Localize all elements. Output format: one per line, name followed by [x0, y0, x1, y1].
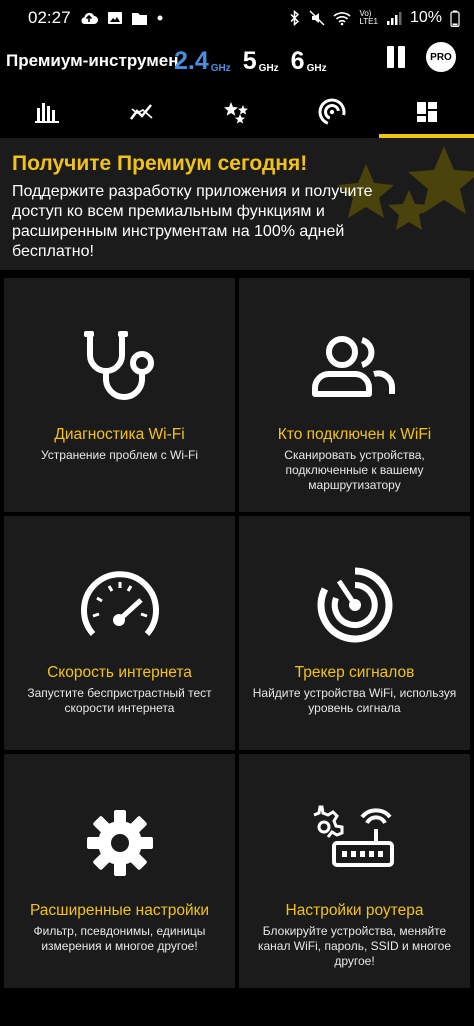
- band-unit: GHz: [258, 62, 279, 74]
- speedometer-icon: [80, 571, 159, 636]
- tab-premium-tools[interactable]: [379, 86, 474, 138]
- status-time: 02:27: [28, 8, 71, 27]
- wifi-signal-icon: [318, 98, 346, 126]
- status-bar: 02:27 Vo) LTE1 10%: [0, 0, 474, 36]
- router-settings-icon: [312, 805, 394, 867]
- feature-grid: Диагностика Wi-Fi Устранение проблем с W…: [4, 278, 470, 988]
- folder-icon: [131, 12, 147, 25]
- card-signal-tracker[interactable]: Трекер сигналов Найдите устройства WiFi,…: [239, 516, 470, 750]
- band-number: 5: [242, 46, 257, 75]
- app-title: Премиум-инструменты: [6, 51, 178, 70]
- card-title: Скорость интернета: [47, 664, 192, 681]
- bar-chart-icon: [35, 103, 60, 123]
- mute-icon: [309, 10, 325, 26]
- band-5ghz[interactable]: 5 GHz: [242, 46, 279, 75]
- battery-icon: [450, 10, 460, 27]
- band-6ghz[interactable]: 6 GHz: [290, 46, 327, 75]
- pro-button[interactable]: PRO: [426, 42, 456, 72]
- tab-bar-chart[interactable]: [0, 86, 95, 138]
- app-bar: Премиум-инструменты 2.4 GHz 5 GHz 6 GHz …: [0, 36, 474, 86]
- tab-ratings[interactable]: [190, 86, 285, 138]
- pause-button[interactable]: [384, 44, 408, 70]
- card-advanced-settings[interactable]: Расширенные настройки Фильтр, псевдонимы…: [4, 754, 235, 988]
- stars-icon: [223, 102, 248, 124]
- bluetooth-icon: [290, 10, 300, 26]
- line-graph-icon: [130, 104, 153, 120]
- card-description: Найдите устройства WiFi, используя урове…: [252, 686, 457, 715]
- card-wifi-diagnostics[interactable]: Диагностика Wi-Fi Устранение проблем с W…: [4, 278, 235, 512]
- wifi-icon: [333, 11, 351, 25]
- card-description: Запустите беспристрастный тест скорости …: [27, 686, 212, 715]
- signal-icon: [386, 11, 402, 25]
- band-unit: GHz: [306, 62, 327, 74]
- promo-title: Получите Премиум сегодня!: [12, 152, 308, 175]
- band-unit: GHz: [210, 62, 231, 74]
- cloud-upload-icon: [81, 12, 98, 24]
- card-title: Настройки роутера: [285, 902, 424, 919]
- card-router-settings[interactable]: Настройки роутера Блокируйте устройства,…: [239, 754, 470, 988]
- band-2-4ghz[interactable]: 2.4 GHz: [174, 46, 231, 75]
- card-description: Устранение проблем с Wi-Fi: [40, 448, 199, 462]
- card-description: Блокируйте устройства, меняйте канал WiF…: [257, 924, 452, 968]
- gear-icon: [86, 810, 153, 876]
- premium-promo-banner[interactable]: Получите Премиум сегодня! Поддержите раз…: [0, 138, 474, 270]
- lte-label: LTE1: [359, 17, 378, 26]
- stethoscope-icon: [83, 331, 154, 400]
- card-title: Трекер сигналов: [294, 664, 415, 681]
- radar-icon: [317, 567, 392, 643]
- promo-text: Поддержите разработку приложения и получ…: [12, 183, 373, 260]
- band-number: 2.4: [174, 46, 209, 75]
- grid-tiles-icon: [416, 102, 437, 122]
- tab-graph[interactable]: [95, 86, 190, 138]
- card-title: Диагностика Wi-Fi: [54, 426, 185, 443]
- band-number: 6: [290, 46, 305, 75]
- tab-bar: [0, 86, 474, 138]
- dot-icon: [157, 15, 163, 21]
- card-who-is-connected[interactable]: Кто подключен к WiFi Сканировать устройс…: [239, 278, 470, 512]
- card-title: Расширенные настройки: [29, 902, 210, 919]
- card-description: Сканировать устройства, подключенные к в…: [284, 448, 425, 492]
- card-title: Кто подключен к WiFi: [277, 426, 432, 443]
- image-icon: [107, 12, 122, 24]
- tab-signal[interactable]: [284, 86, 379, 138]
- battery-percent: 10%: [409, 9, 442, 26]
- users-icon: [311, 336, 395, 397]
- card-description: Фильтр, псевдонимы, единицы измерения и …: [33, 924, 206, 953]
- volte-indicator: Vo) LTE1: [359, 10, 378, 26]
- card-internet-speed[interactable]: Скорость интернета Запустите беспристрас…: [4, 516, 235, 750]
